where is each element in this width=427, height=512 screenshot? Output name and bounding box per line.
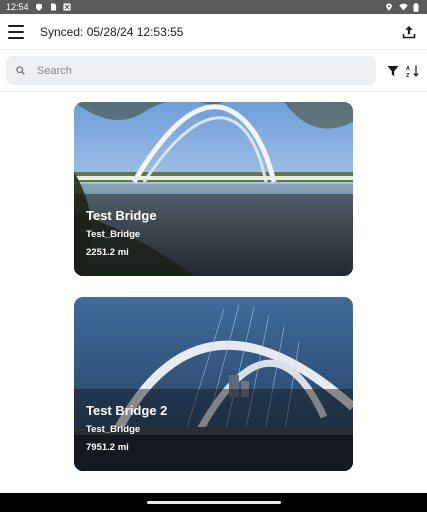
status-bar: 12:54 [0,0,427,14]
location-icon [385,3,393,11]
bridge-card-test-bridge[interactable]: Test Bridge Test_Bridge 2251.2 mi [74,102,353,276]
search-input[interactable] [37,64,337,77]
system-nav-bar [0,493,427,512]
search-box[interactable] [6,56,376,85]
bridge-title: Test Bridge 2 [86,403,168,418]
filter-icon[interactable] [386,63,402,79]
sim-icon [49,3,57,11]
blocked-icon [63,3,71,11]
gesture-handle[interactable] [146,501,281,504]
status-bar-left: 12:54 [6,2,71,12]
bridge-subtitle: Test_Bridge [86,229,141,240]
sync-status-text: Synced: 05/28/24 12:53:55 [40,24,184,39]
upload-icon[interactable] [399,22,419,42]
svg-text:A: A [406,66,410,72]
bridge-card-test-bridge-2[interactable]: Test Bridge 2 Test_Bridge 7951.2 mi [74,297,353,471]
sort-az-icon[interactable]: A Z [405,63,421,79]
search-row: A Z [0,50,427,92]
battery-icon [413,3,421,12]
shield-icon [35,3,43,11]
svg-text:Z: Z [406,73,410,78]
bridge-distance: 2251.2 mi [86,247,129,258]
wifi-icon [399,3,408,11]
bridge-subtitle: Test_Bridge [86,424,141,435]
bridge-distance: 7951.2 mi [86,442,129,453]
status-time: 12:54 [6,2,29,12]
search-icon [16,62,25,80]
app-bar: Synced: 05/28/24 12:53:55 [0,14,427,50]
status-bar-right [385,3,421,12]
bridge-title: Test Bridge [86,208,157,223]
hamburger-menu-icon[interactable] [8,24,26,39]
